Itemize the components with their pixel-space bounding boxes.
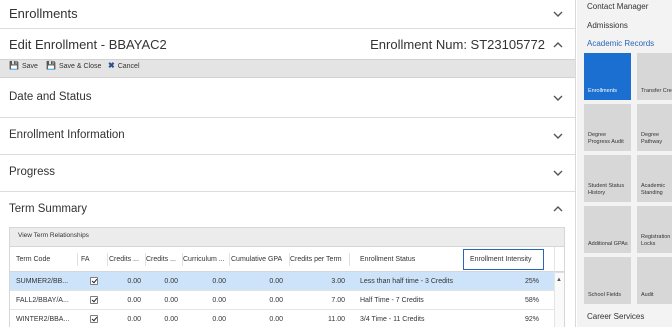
tile-label: Academic Standing	[641, 183, 666, 196]
edit-enrollment-title: Edit Enrollment - BBAYAC2	[9, 37, 167, 52]
tile-academic-standing[interactable]: Academic Standing	[637, 155, 672, 202]
cell-curr: 0.00	[212, 316, 226, 323]
table-row[interactable]: SUMMER2/BB... 0.00 0.00 0.00 0.00 3.00 Less th…	[10, 272, 564, 291]
save-icon: 💾	[9, 61, 19, 70]
column-header-cumulative-gpa[interactable]: Cumulative GPA	[231, 247, 290, 272]
cell-term: WINTER2/BBA...	[16, 316, 70, 323]
table-row[interactable]: FALL2/BBAY/A... 0.00 0.00 0.00 0.00 7.00 Half …	[10, 291, 564, 310]
sidebar-link-career-services[interactable]: Career Services	[587, 312, 644, 321]
chevron-down-icon[interactable]	[552, 167, 564, 179]
cell-cpt: 7.00	[331, 297, 345, 304]
cancel-button[interactable]: ✖ Cancel	[108, 62, 140, 70]
save-close-button[interactable]: 💾 Save & Close	[46, 62, 101, 70]
tile-label: Audit	[641, 292, 654, 298]
section-title: Progress	[9, 166, 56, 178]
column-header-credits-per-term[interactable]: Credits per Term	[290, 247, 350, 272]
sidebar-link-admissions[interactable]: Admissions	[587, 21, 628, 30]
tile-degree-pathway[interactable]: Degree Pathway	[637, 104, 672, 151]
cell-gpa: 0.00	[269, 316, 283, 323]
tile-label: Student Status History	[588, 183, 625, 196]
cell-intensity: 25%	[524, 278, 539, 285]
sidebar-link-academic-records[interactable]: Academic Records	[587, 39, 654, 48]
chevron-up-icon[interactable]	[552, 203, 564, 215]
section-title: Term Summary	[9, 203, 87, 215]
cell-c1: 0.00	[127, 297, 141, 304]
cell-intensity: 58%	[524, 297, 539, 304]
fa-checkbox[interactable]	[90, 315, 98, 323]
tile-label: Degree Progress Audit	[588, 132, 624, 145]
cell-term: FALL2/BBAY/A...	[16, 297, 69, 304]
section-progress[interactable]: Progress	[0, 155, 575, 192]
table-row[interactable]: WINTER2/BBA... 0.00 0.00 0.00 0.00 11.00 3/4 T…	[10, 310, 564, 327]
chevron-down-icon[interactable]	[552, 8, 564, 20]
chevron-down-icon[interactable]	[552, 130, 564, 142]
cell-status: 3/4 Time - 11 Credits	[360, 316, 425, 323]
scroll-up-icon[interactable]: ▲	[556, 277, 562, 283]
cell-curr: 0.00	[212, 297, 226, 304]
section-date-and-status[interactable]: Date and Status	[0, 80, 575, 118]
tile-registration-locks[interactable]: Registration Locks	[637, 206, 672, 253]
section-enrollment-information[interactable]: Enrollment Information	[0, 118, 575, 155]
column-header-fa[interactable]: FA	[81, 247, 108, 272]
fa-checkbox[interactable]	[90, 277, 98, 285]
tile-label: Additional GPAs	[588, 241, 628, 247]
tile-additional-gpas[interactable]: Additional GPAs	[584, 206, 631, 253]
tile-label: Enrollments	[588, 88, 618, 94]
cell-intensity: 92%	[524, 316, 539, 323]
cell-cpt: 3.00	[331, 278, 345, 285]
tile-label: Degree Pathway	[641, 132, 663, 145]
column-header-credits-2[interactable]: Credits ...	[146, 247, 183, 272]
cell-gpa: 0.00	[269, 297, 283, 304]
term-summary-grid: View Term Relationships Term Code FA Cre…	[9, 227, 565, 327]
tile-school-fields[interactable]: School Fields	[584, 257, 631, 304]
right-sidebar: Contact Manager Admissions Academic Reco…	[577, 0, 672, 327]
chevron-down-icon[interactable]	[552, 92, 564, 104]
tile-label: Registration Locks	[641, 234, 671, 247]
cell-c2: 0.00	[164, 297, 178, 304]
edit-toolbar: 💾 Save 💾 Save & Close ✖ Cancel	[0, 59, 575, 78]
save-button[interactable]: 💾 Save	[9, 62, 38, 70]
column-header-credits-1[interactable]: Credits ...	[109, 247, 146, 272]
fa-checkbox[interactable]	[90, 296, 98, 304]
column-header-enrollment-intensity[interactable]: Enrollment Intensity	[463, 249, 544, 270]
cell-status: Half Time - 7 Credits	[360, 297, 424, 304]
cell-c1: 0.00	[127, 316, 141, 323]
main-content: Enrollments Edit Enrollment - BBAYAC2 En…	[0, 0, 576, 327]
column-header-curriculum[interactable]: Curriculum ...	[183, 247, 230, 272]
cell-cpt: 11.00	[328, 316, 345, 323]
tile-enrollments[interactable]: Enrollments	[584, 53, 631, 100]
section-term-summary[interactable]: Term Summary	[0, 192, 575, 227]
column-header-term-code[interactable]: Term Code	[16, 247, 78, 272]
view-term-relationships-button[interactable]: View Term Relationships	[18, 232, 89, 239]
close-icon: ✖	[108, 61, 115, 70]
section-title: Enrollment Information	[9, 129, 125, 141]
cell-c2: 0.00	[164, 278, 178, 285]
vertical-scrollbar[interactable]: ▲	[554, 273, 564, 327]
sidebar-link-contact-manager[interactable]: Contact Manager	[587, 2, 648, 11]
cell-term: SUMMER2/BB...	[16, 278, 69, 285]
tile-label: School Fields	[588, 292, 622, 298]
tile-audit[interactable]: Audit	[637, 257, 672, 304]
cell-status: Less than half time - 3 Credits	[360, 278, 453, 285]
grid-toolbar: View Term Relationships	[10, 228, 564, 247]
enrollments-header[interactable]: Enrollments	[0, 0, 575, 29]
enrollments-title: Enrollments	[9, 6, 78, 21]
cell-c2: 0.00	[164, 316, 178, 323]
cell-curr: 0.00	[212, 278, 226, 285]
tile-transfer-credits[interactable]: Transfer Credits	[637, 53, 672, 100]
tile-student-status-history[interactable]: Student Status History	[584, 155, 631, 202]
cell-gpa: 0.00	[269, 278, 283, 285]
cell-c1: 0.00	[127, 278, 141, 285]
enrollment-number: Enrollment Num: ST23105772	[370, 37, 545, 52]
column-header-enrollment-status[interactable]: Enrollment Status	[360, 247, 460, 272]
section-title: Date and Status	[9, 91, 92, 103]
save-close-icon: 💾	[46, 61, 56, 70]
tile-degree-progress-audit[interactable]: Degree Progress Audit	[584, 104, 631, 151]
chevron-up-icon[interactable]	[552, 39, 564, 51]
tile-label: Transfer Credits	[641, 88, 672, 94]
edit-enrollment-header: Edit Enrollment - BBAYAC2 Enrollment Num…	[0, 29, 575, 59]
grid-header: Term Code FA Credits ... Credits ... Cur…	[10, 247, 564, 272]
grid-body: SUMMER2/BB... 0.00 0.00 0.00 0.00 3.00 Less th…	[10, 272, 564, 327]
scrollbar-gap	[554, 247, 564, 273]
